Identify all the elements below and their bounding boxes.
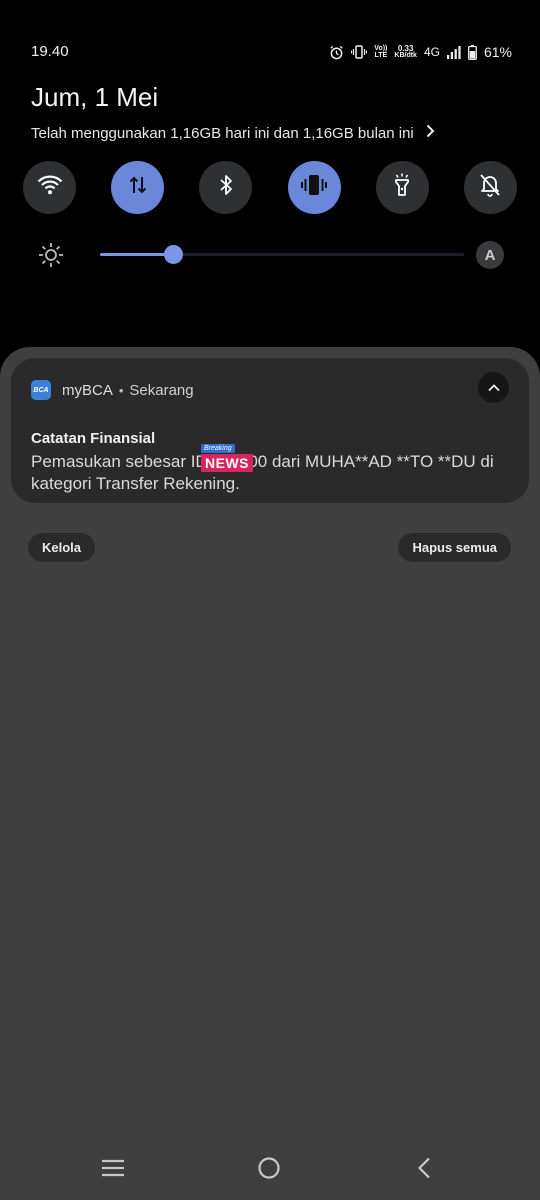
brightness-slider[interactable] bbox=[100, 245, 464, 264]
data-usage-text: Telah menggunakan 1,16GB hari ini dan 1,… bbox=[31, 124, 414, 142]
notification-title: Catatan Finansial bbox=[31, 430, 156, 447]
mybca-app-icon: BCA bbox=[31, 380, 51, 400]
notification-panel: BCA myBCA • Sekarang Catatan Finansial P… bbox=[0, 347, 540, 1200]
bluetooth-toggle[interactable] bbox=[199, 161, 253, 214]
separator-dot: • bbox=[118, 382, 124, 398]
mobile-data-toggle[interactable] bbox=[111, 161, 165, 214]
flashlight-icon bbox=[393, 173, 411, 202]
back-icon bbox=[417, 1157, 431, 1184]
notification-body: Pemasukan sebesar IDR 00.00 dari MUHA**A… bbox=[31, 452, 494, 493]
battery-icon bbox=[468, 44, 477, 60]
manage-button[interactable]: Kelola bbox=[28, 533, 96, 562]
dnd-off-icon bbox=[479, 173, 501, 202]
chevron-right-icon bbox=[426, 124, 435, 142]
notification-time: Sekarang bbox=[129, 381, 194, 399]
alarm-icon bbox=[329, 45, 344, 60]
home-icon bbox=[257, 1156, 281, 1185]
bluetooth-icon bbox=[219, 174, 233, 201]
app-name: myBCA bbox=[62, 381, 113, 399]
data-usage-row[interactable]: Telah menggunakan 1,16GB hari ini dan 1,… bbox=[31, 124, 435, 142]
brightness-fill bbox=[100, 253, 173, 256]
breaking-news-sticker: Breaking NEWS bbox=[201, 444, 253, 472]
network-speed: 0.33 KB/dtk bbox=[394, 44, 417, 60]
status-icons: Vo)) LTE 0.33 KB/dtk 4G 61% bbox=[329, 44, 512, 60]
network-type: 4G bbox=[423, 45, 440, 59]
notification-card[interactable]: BCA myBCA • Sekarang Catatan Finansial P… bbox=[11, 358, 529, 503]
collapse-button[interactable] bbox=[478, 372, 509, 403]
auto-brightness-button[interactable]: A bbox=[476, 241, 504, 269]
brightness-row: A bbox=[24, 238, 516, 272]
dnd-toggle[interactable] bbox=[463, 161, 517, 214]
clear-all-button[interactable]: Hapus semua bbox=[398, 533, 511, 562]
sticker-small-text: Breaking bbox=[201, 444, 235, 453]
wifi-icon bbox=[37, 175, 63, 200]
date: Jum, 1 Mei bbox=[31, 82, 159, 112]
vibrate-toggle[interactable] bbox=[287, 161, 341, 214]
recents-icon bbox=[101, 1159, 125, 1182]
brightness-thumb[interactable] bbox=[164, 245, 183, 264]
brightness-icon bbox=[38, 242, 64, 273]
flashlight-toggle[interactable] bbox=[375, 161, 429, 214]
volte-indicator: Vo)) LTE bbox=[374, 45, 388, 59]
wifi-toggle[interactable] bbox=[23, 161, 76, 214]
battery-percent: 61% bbox=[483, 44, 512, 60]
navigation-bar bbox=[0, 1140, 540, 1200]
signal-icon bbox=[446, 45, 461, 59]
quick-toggles bbox=[23, 161, 517, 214]
vibrate-icon bbox=[301, 174, 328, 201]
notification-header: BCA myBCA • Sekarang bbox=[31, 380, 194, 400]
back-button[interactable] bbox=[404, 1150, 444, 1190]
mobile-data-icon bbox=[129, 175, 147, 200]
recents-button[interactable] bbox=[93, 1150, 133, 1190]
sticker-main-text: NEWS bbox=[201, 454, 253, 472]
chevron-up-icon bbox=[487, 379, 500, 397]
vibrate-status-icon bbox=[351, 45, 368, 59]
home-button[interactable] bbox=[249, 1150, 289, 1190]
clock: 19.40 bbox=[31, 43, 69, 60]
